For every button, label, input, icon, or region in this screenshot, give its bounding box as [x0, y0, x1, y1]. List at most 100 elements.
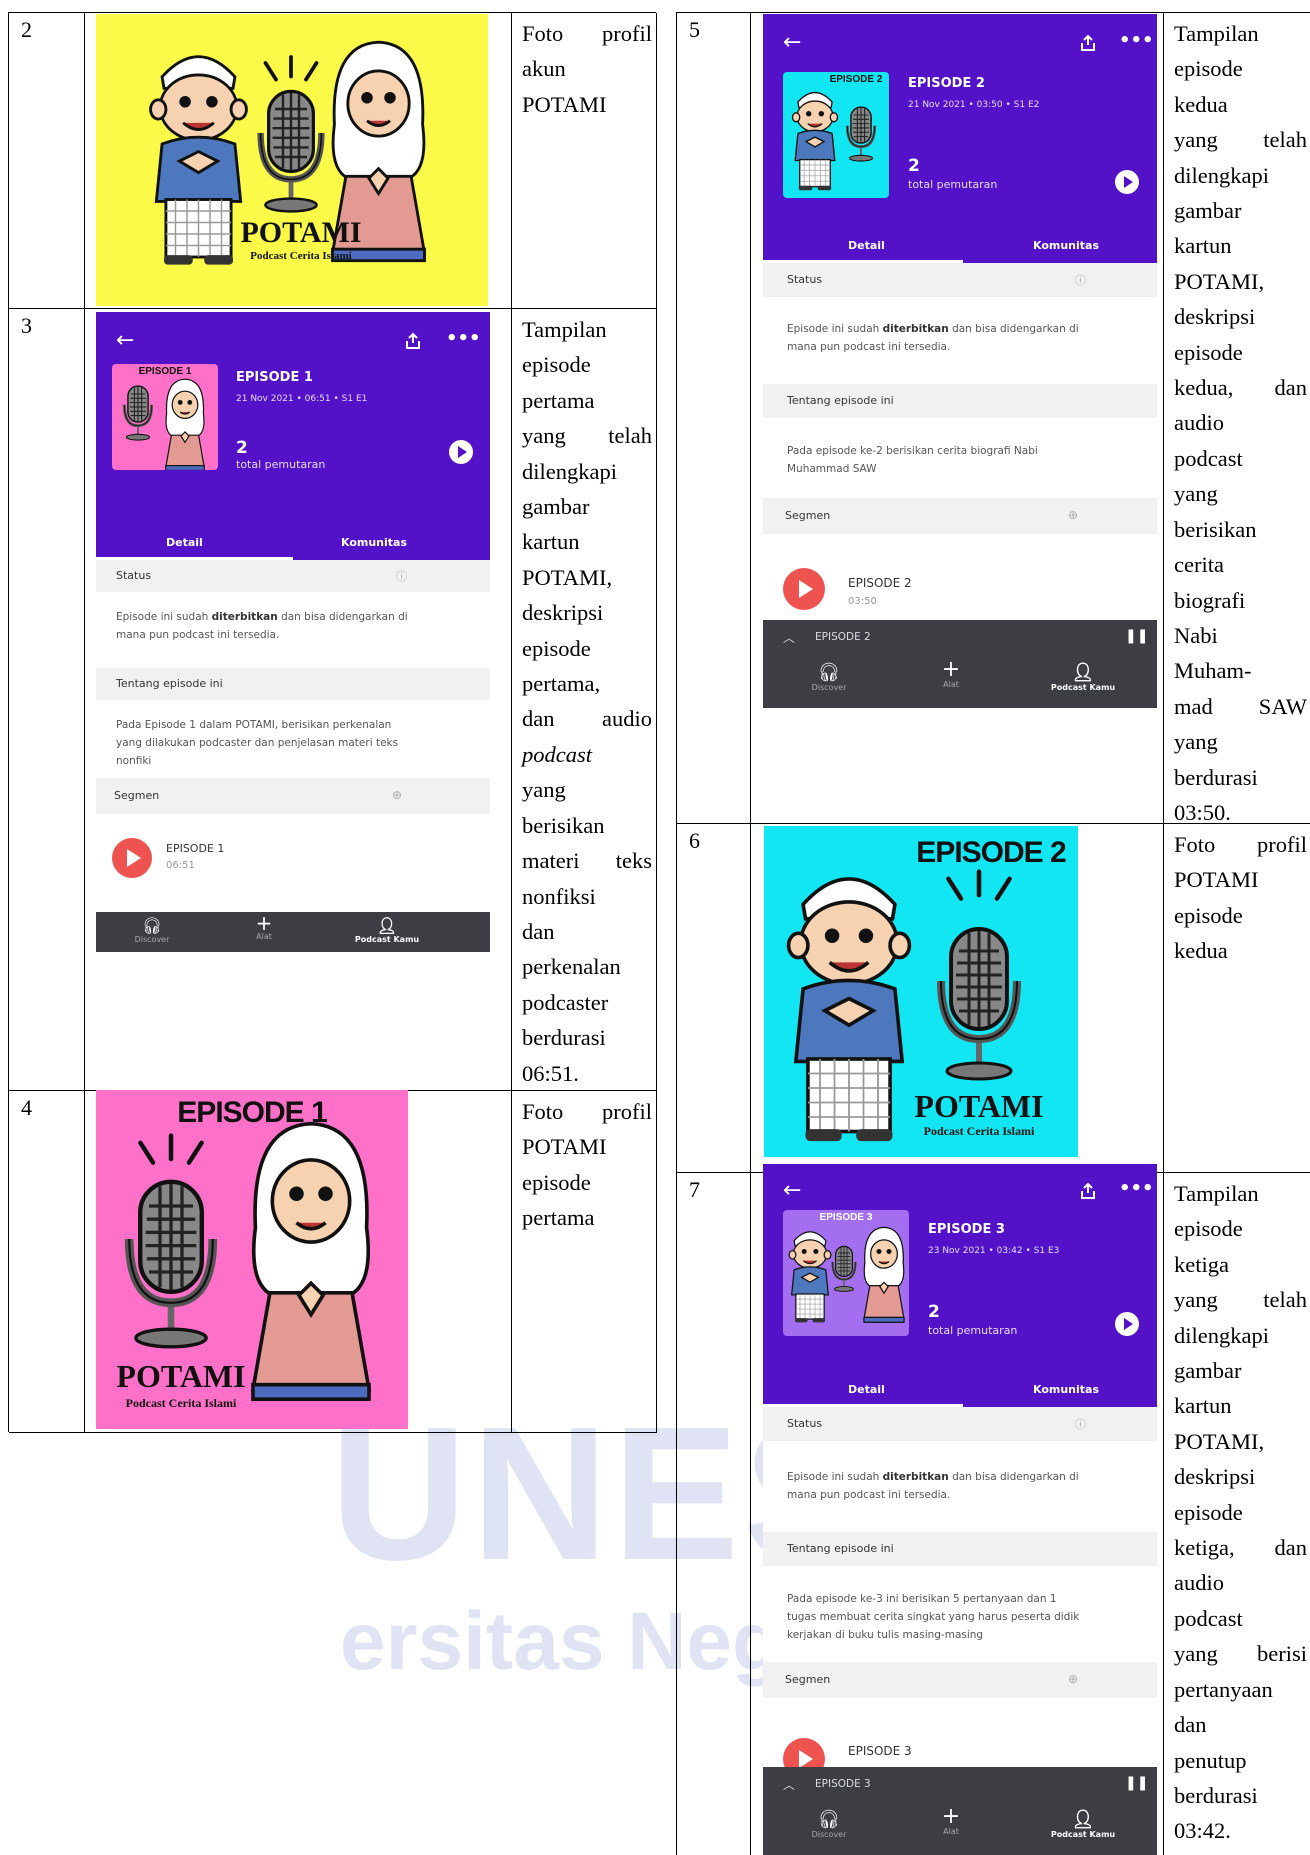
pause-icon[interactable]: ❚❚	[1125, 1775, 1148, 1791]
row-number: 5	[677, 13, 751, 824]
episode-title: EPISODE 3	[928, 1222, 1005, 1237]
nav-discover[interactable]: 🎧︎ Discover	[801, 1809, 857, 1839]
nav-your-podcast[interactable]: 👤︎ Podcast Kamu	[1023, 662, 1143, 692]
segment-title: EPISODE 1	[166, 842, 225, 855]
tab-detail[interactable]: Detail	[848, 239, 885, 252]
microphone-icon	[116, 1166, 226, 1356]
tab-community[interactable]: Komunitas	[1033, 239, 1099, 252]
episode-3-screen: ← ••• EPISODE 3 EPISODE 3 23 Nov 2021 • …	[763, 1164, 1157, 1855]
segment-play-button[interactable]	[783, 568, 825, 610]
episode-meta: 21 Nov 2021 • 03:50 • S1 E2	[908, 100, 1040, 110]
description-cell: Foto profil POTAMI episode kedua	[1164, 824, 1310, 1173]
bottom-navigation: 🎧︎ Discover + Alat 👤︎ Podcast Kamu	[763, 1803, 1157, 1855]
episode-2-profile-image: EPISODE 2 POTAMI Podcast Cerita Islami	[764, 826, 1078, 1157]
episode-meta: 21 Nov 2021 • 06:51 • S1 E1	[236, 394, 368, 404]
sound-rays-icon	[126, 1130, 216, 1170]
about-text: Pada Episode 1 dalam POTAMI, berisikan p…	[116, 719, 399, 767]
person-icon: 👤︎	[1071, 1809, 1095, 1830]
nav-your-podcast[interactable]: 👤︎ Podcast Kamu	[332, 916, 442, 944]
share-icon[interactable]	[1079, 34, 1097, 52]
status-text: Episode ini sudah diterbitkan dan bisa d…	[787, 323, 1079, 353]
sound-rays-icon	[934, 866, 1024, 906]
play-button[interactable]	[449, 440, 473, 464]
more-options-icon[interactable]: •••	[1119, 30, 1154, 51]
add-segment-icon[interactable]: ⊕	[392, 788, 402, 802]
person-icon: 👤︎	[1071, 662, 1095, 683]
potami-tagline: Podcast Cerita Islami	[125, 1396, 237, 1410]
add-segment-icon[interactable]: ⊕	[1068, 508, 1078, 522]
play-count: 2	[236, 438, 248, 458]
episode-title: EPISODE 2	[916, 836, 1066, 869]
episode-title: EPISODE 1	[236, 370, 313, 385]
episode-title: EPISODE 2	[908, 76, 985, 91]
pause-icon[interactable]: ❚❚	[1125, 628, 1148, 644]
status-section-header: Status ⓘ	[763, 1407, 1157, 1441]
play-button[interactable]	[1115, 170, 1139, 194]
more-options-icon[interactable]: •••	[1119, 1178, 1154, 1199]
microphone-icon	[929, 916, 1029, 1086]
play-count: 2	[928, 1302, 940, 1322]
segment-duration: 03:50	[848, 596, 877, 607]
mini-player[interactable]: ︿ EPISODE 3 ❚❚	[763, 1767, 1157, 1803]
potami-logo-text: POTAMI	[116, 1358, 246, 1394]
person-icon: 👤︎	[376, 916, 398, 935]
description-cell: Foto profil POTAMI episode pertama	[512, 1091, 657, 1433]
bottom-navigation: 🎧︎ Discover + Alat 👤︎ Podcast Kamu	[96, 912, 490, 952]
segment-play-button[interactable]	[112, 838, 152, 878]
tab-bar: Detail Komunitas	[96, 528, 490, 560]
nav-discover[interactable]: 🎧︎ Discover	[801, 662, 857, 692]
segment-duration: 06:51	[166, 860, 195, 871]
nav-discover[interactable]: 🎧︎ Discover	[124, 916, 180, 944]
info-icon[interactable]: ⓘ	[1075, 1416, 1086, 1432]
mini-player[interactable]: ︿ EPISODE 2 ❚❚	[763, 620, 1157, 656]
description-cell: Tampilan episode kedua yang telah dileng…	[1164, 13, 1310, 825]
nav-tools[interactable]: + Alat	[923, 1804, 979, 1837]
plus-icon: +	[941, 1804, 961, 1829]
description-cell: Tampilan episode ketiga yang telah dilen…	[1174, 1181, 1307, 1844]
mini-player-title: EPISODE 3	[815, 1778, 871, 1790]
tab-detail[interactable]: Detail	[166, 536, 203, 549]
back-arrow-icon[interactable]: ←	[783, 30, 801, 55]
about-section-header: Tentang episode ini	[763, 1532, 1157, 1566]
info-icon[interactable]: ⓘ	[396, 568, 407, 584]
status-section-header: Status ⓘ	[763, 263, 1157, 297]
share-icon[interactable]	[404, 332, 422, 350]
plus-icon: +	[255, 911, 273, 935]
chevron-up-icon[interactable]: ︿	[783, 629, 795, 646]
tab-community[interactable]: Komunitas	[341, 536, 407, 549]
nav-tools[interactable]: + Alat	[236, 911, 292, 941]
episode-2-screen: ← ••• EPISODE 2 EPISODE 2 21 Nov 2021 • …	[763, 14, 1157, 708]
segment-section-header: Segmen ⊕	[763, 1662, 1157, 1698]
play-button[interactable]	[1115, 1312, 1139, 1336]
segment-section-header: Segmen ⊕	[96, 778, 490, 814]
more-options-icon[interactable]: •••	[446, 328, 481, 349]
info-icon[interactable]: ⓘ	[1075, 272, 1086, 288]
potami-tagline: Podcast Cerita Islami	[250, 250, 352, 262]
episode-1-profile-image: EPISODE 1 POTAMI Podcast Cerita Islami	[96, 1090, 408, 1429]
row-number: 4	[9, 1091, 85, 1433]
tab-bar: Detail Komunitas	[763, 231, 1157, 263]
tab-community[interactable]: Komunitas	[1033, 1383, 1099, 1396]
plus-icon: +	[941, 657, 961, 682]
tab-detail[interactable]: Detail	[848, 1383, 885, 1396]
back-arrow-icon[interactable]: ←	[116, 328, 134, 353]
tab-bar: Detail Komunitas	[763, 1375, 1157, 1407]
chevron-up-icon[interactable]: ︿	[783, 1776, 795, 1793]
mini-player-title: EPISODE 2	[815, 631, 871, 643]
potami-logo-text: POTAMI	[240, 216, 362, 249]
nav-tools[interactable]: + Alat	[923, 657, 979, 690]
row-number: 2	[9, 13, 85, 309]
back-arrow-icon[interactable]: ←	[783, 1178, 801, 1203]
about-section-header: Tentang episode ini	[763, 384, 1157, 418]
play-count-label: total pemutaran	[908, 178, 998, 191]
status-section-header: Status ⓘ	[96, 560, 490, 592]
about-text: Pada episode ke-3 ini berisikan 5 pertan…	[787, 1593, 1080, 1641]
status-text: Episode ini sudah diterbitkan dan bisa d…	[787, 1471, 1079, 1501]
segment-section-header: Segmen ⊕	[763, 498, 1157, 534]
episode-header: ← ••• EPISODE 3 EPISODE 3 23 Nov 2021 • …	[763, 1164, 1157, 1375]
microphone-icon	[251, 84, 331, 214]
add-segment-icon[interactable]: ⊕	[1068, 1672, 1078, 1686]
share-icon[interactable]	[1079, 1182, 1097, 1200]
segment-title: EPISODE 2	[848, 576, 912, 590]
nav-your-podcast[interactable]: 👤︎ Podcast Kamu	[1023, 1809, 1143, 1839]
